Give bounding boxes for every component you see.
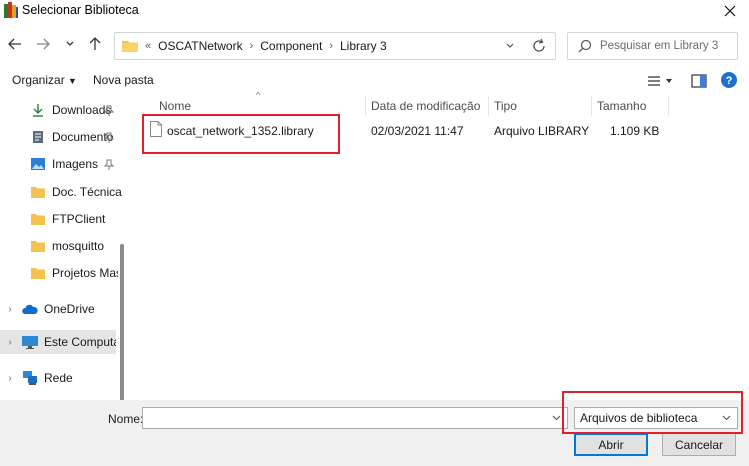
view-options-icon[interactable] (646, 72, 676, 90)
file-type: Arquivo LIBRARY (494, 124, 590, 138)
refresh-icon[interactable] (531, 38, 547, 54)
address-history-button[interactable] (503, 39, 517, 53)
sort-ascending-icon: ^ (256, 90, 261, 100)
chevron-right-icon: › (329, 40, 333, 52)
folder-icon (30, 212, 46, 226)
sidebar-item-projetos-master[interactable]: Projetos Master (30, 261, 118, 285)
sidebar-item-ftpclient[interactable]: FTPClient (30, 207, 130, 231)
column-header-type[interactable]: Tipo (494, 96, 517, 116)
file-name-input[interactable] (147, 410, 547, 426)
pin-icon (104, 159, 114, 170)
sidebar-item-imagens[interactable]: Imagens (30, 152, 130, 176)
chevron-down-icon[interactable] (552, 413, 561, 423)
column-divider[interactable] (365, 96, 366, 116)
sidebar-item-label: Rede (44, 371, 73, 385)
recent-locations-button[interactable] (60, 34, 80, 54)
sidebar-item-label: FTPClient (52, 212, 106, 226)
pin-icon (104, 132, 114, 143)
caret-down-icon: ▼ (68, 76, 77, 86)
sidebar-item-label: Este Computador (44, 335, 116, 349)
column-divider[interactable] (668, 96, 669, 116)
sidebar-item-label: mosquitto (52, 239, 105, 253)
download-icon (30, 103, 46, 117)
chevron-down-icon (506, 43, 514, 48)
command-bar: Organizar ▼ Nova pasta ? (0, 68, 749, 94)
images-icon (30, 157, 46, 171)
up-button[interactable] (85, 34, 105, 54)
file-modified: 02/03/2021 11:47 (371, 124, 464, 138)
search-box[interactable] (567, 32, 738, 60)
highlight-box-file (142, 114, 340, 154)
sidebar-item-este-computador[interactable]: Este Computador (0, 330, 116, 354)
back-button[interactable] (5, 34, 25, 54)
sidebar-scrollbar[interactable] (120, 244, 124, 400)
arrow-up-icon (89, 37, 101, 50)
sidebar-item-mosquitto[interactable]: mosquitto (30, 234, 130, 258)
navigation-pane: Downloads Documento Imagens Doc. Técnica (0, 94, 130, 400)
file-dialog: Selecionar Biblioteca « OSCATNetwork › C… (0, 0, 749, 466)
sidebar-item-label: Downloads (52, 103, 112, 117)
sidebar-item-rede[interactable]: Rede (22, 366, 130, 390)
file-name-label: Nome: (108, 412, 144, 426)
chevron-right-icon[interactable]: › (5, 371, 15, 385)
pin-icon (104, 105, 114, 116)
address-bar[interactable]: « OSCATNetwork › Component › Library 3 (114, 32, 556, 60)
chevron-right-icon: › (249, 40, 254, 52)
open-button[interactable]: Abrir (574, 433, 648, 456)
computer-icon (22, 335, 38, 349)
organize-label: Organizar (12, 73, 65, 87)
breadcrumb-overflow[interactable]: « (141, 40, 155, 52)
chevron-down-icon (66, 41, 74, 46)
sidebar-item-documento[interactable]: Documento (30, 125, 130, 149)
file-size: 1.109 KB (610, 124, 660, 138)
column-divider[interactable] (488, 96, 489, 116)
sidebar-item-downloads[interactable]: Downloads (30, 98, 130, 122)
column-divider[interactable] (591, 96, 592, 116)
breadcrumb-item[interactable]: Library 3 (337, 39, 390, 53)
chevron-right-icon[interactable]: › (5, 335, 15, 349)
folder-icon (30, 239, 46, 253)
window-title: Selecionar Biblioteca (22, 3, 139, 17)
close-icon (724, 5, 736, 17)
sidebar-item-label: Projetos Master (52, 266, 118, 280)
sidebar-item-label: OneDrive (44, 302, 95, 316)
arrow-right-icon (37, 38, 50, 50)
close-button[interactable] (719, 0, 741, 22)
forward-button[interactable] (33, 34, 53, 54)
column-header-size[interactable]: Tamanho (597, 96, 646, 116)
folder-icon (30, 185, 46, 199)
sidebar-item-label: Imagens (52, 157, 99, 171)
breadcrumb: « OSCATNetwork › Component › Library 3 (141, 39, 390, 53)
new-folder-button[interactable]: Nova pasta (93, 73, 154, 87)
cloud-icon (22, 302, 38, 316)
navigation-bar: « OSCATNetwork › Component › Library 3 (0, 28, 749, 62)
title-bar: Selecionar Biblioteca (0, 0, 749, 24)
sidebar-item-label: Doc. Técnica (52, 185, 122, 199)
network-icon (22, 371, 38, 385)
file-name-field[interactable] (142, 407, 568, 429)
search-icon (578, 39, 592, 53)
sidebar-item-doc-tecnica[interactable]: Doc. Técnica (30, 180, 130, 204)
document-icon (30, 130, 46, 144)
folder-icon (30, 266, 46, 280)
organize-menu-button[interactable]: Organizar ▼ (12, 73, 77, 87)
highlight-box-filter (562, 391, 743, 434)
folder-icon (122, 41, 138, 52)
breadcrumb-item[interactable]: Component (257, 39, 325, 53)
breadcrumb-item[interactable]: OSCATNetwork (155, 39, 245, 53)
cancel-button[interactable]: Cancelar (662, 433, 736, 456)
help-icon[interactable]: ? (720, 71, 738, 89)
books-icon (4, 2, 18, 18)
search-input[interactable] (600, 37, 732, 55)
svg-text:?: ? (726, 75, 733, 87)
column-header-modified[interactable]: Data de modificação (371, 96, 480, 116)
column-header-name[interactable]: Nome (159, 96, 191, 116)
chevron-right-icon[interactable]: › (5, 302, 15, 316)
preview-pane-icon[interactable] (690, 72, 708, 90)
arrow-left-icon (8, 38, 21, 50)
sidebar-item-onedrive[interactable]: OneDrive (22, 297, 130, 321)
